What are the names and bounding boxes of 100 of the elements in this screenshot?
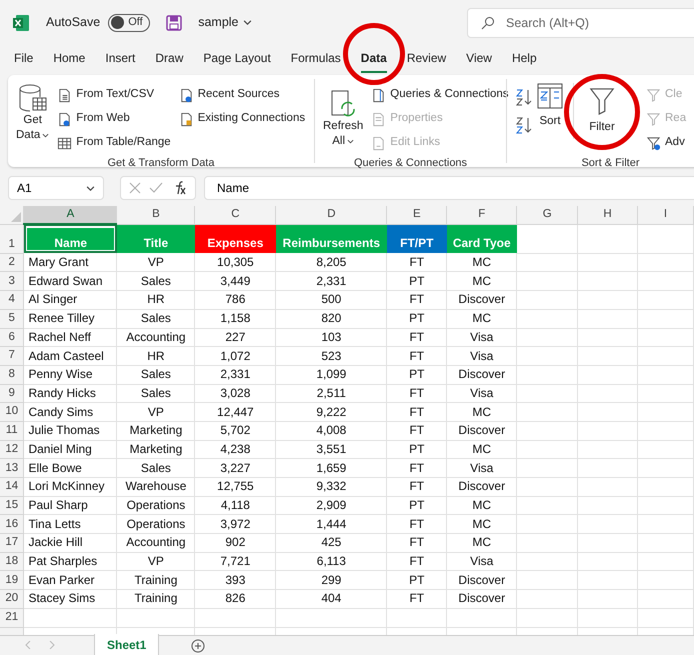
- select-all-corner-icon[interactable]: [11, 212, 22, 222]
- row-header[interactable]: 15: [0, 496, 24, 515]
- ribbon-button[interactable]: Queries & Connections: [371, 83, 509, 107]
- menu-tab[interactable]: Help: [512, 45, 537, 73]
- header-cell: Name: [24, 224, 117, 254]
- add-sheet-icon[interactable]: [191, 639, 206, 653]
- document-icon: [371, 112, 386, 126]
- document-icon: [371, 136, 386, 150]
- table-cell: Stacey Sims: [24, 590, 117, 608]
- row-header[interactable]: 10: [0, 402, 24, 422]
- ribbon-large-button[interactable]: Get Data: [16, 83, 50, 143]
- funnel-icon: [646, 88, 661, 102]
- ribbon-button[interactable]: From Web: [57, 107, 171, 131]
- filename-dropdown[interactable]: sample: [198, 13, 252, 32]
- name-box[interactable]: A1: [8, 176, 104, 200]
- table-cell: PT: [386, 272, 447, 291]
- menu-tab[interactable]: Draw: [155, 45, 184, 73]
- table-cell: 500: [276, 290, 387, 310]
- column-header[interactable]: B: [116, 206, 195, 224]
- table-cell: 1,099: [276, 365, 387, 384]
- table-cell: MC: [446, 514, 517, 534]
- table-cell: Training: [116, 590, 195, 608]
- ribbon-button[interactable]: Adv: [646, 131, 686, 155]
- row-header[interactable]: 7: [0, 346, 24, 366]
- menu-tab[interactable]: Review: [406, 45, 446, 73]
- menu-tab[interactable]: Formulas: [290, 45, 341, 73]
- row-header[interactable]: 17: [0, 534, 24, 552]
- table-cell: 12,755: [194, 478, 276, 496]
- menu-tab[interactable]: View: [466, 45, 492, 73]
- row-header[interactable]: 20: [0, 590, 24, 608]
- funnel-icon: [646, 112, 661, 126]
- row-header[interactable]: 3: [0, 272, 24, 291]
- autosave-label: AutoSave: [46, 14, 100, 32]
- row-header[interactable]: 5: [0, 309, 24, 328]
- document-icon: [178, 112, 194, 126]
- table-cell: Visa: [446, 552, 517, 571]
- table-cell: Penny Wise: [24, 365, 117, 384]
- table-cell: 786: [194, 290, 276, 310]
- menu-tab[interactable]: Data: [360, 45, 387, 73]
- ribbon-button[interactable]: Existing Connections: [178, 107, 306, 131]
- ribbon-large-button[interactable]: Refresh All: [323, 89, 364, 149]
- row-header[interactable]: 9: [0, 384, 24, 403]
- search-field[interactable]: Search (Alt+Q): [467, 8, 694, 38]
- table-cell: 10,305: [194, 253, 276, 272]
- table-cell: 3,972: [194, 514, 276, 534]
- column-header[interactable]: E: [386, 206, 447, 224]
- row-header[interactable]: 18: [0, 552, 24, 571]
- column-header[interactable]: D: [276, 206, 387, 224]
- cancel-icon[interactable]: [129, 182, 141, 194]
- menu-tab[interactable]: Page Layout: [203, 45, 271, 73]
- menu-tab[interactable]: File: [14, 45, 34, 73]
- filter-button[interactable]: Filter: [584, 87, 620, 136]
- autosave-toggle[interactable]: Off: [108, 14, 150, 32]
- row-header[interactable]: 13: [0, 458, 24, 478]
- row-header[interactable]: 4: [0, 290, 24, 310]
- column-header[interactable]: H: [578, 206, 638, 224]
- sheet-tab[interactable]: Sheet1: [94, 634, 160, 655]
- table-cell: FT: [386, 458, 447, 478]
- scroll-right-icon[interactable]: [48, 641, 56, 649]
- row-header[interactable]: 21: [0, 608, 24, 627]
- row-header[interactable]: 1: [0, 224, 24, 254]
- row-header[interactable]: 2: [0, 253, 24, 272]
- header-cell: FT/PT: [386, 224, 447, 254]
- column-header[interactable]: I: [638, 206, 694, 224]
- sort-descending-icon: [515, 115, 533, 135]
- row-header[interactable]: 19: [0, 570, 24, 590]
- menu-tab[interactable]: Home: [53, 45, 86, 73]
- table-cell: FT: [386, 421, 447, 440]
- column-header[interactable]: A: [24, 206, 117, 224]
- menu-tab[interactable]: Insert: [105, 45, 136, 73]
- save-icon[interactable]: [166, 14, 182, 30]
- table-cell: 6,113: [276, 552, 387, 571]
- table-cell: MC: [446, 496, 517, 515]
- ribbon-button[interactable]: Recent Sources: [178, 83, 306, 107]
- table-cell: 826: [194, 590, 276, 608]
- document-icon: [57, 112, 72, 126]
- table-cell: Rachel Neff: [24, 328, 117, 347]
- sort-icon: [537, 83, 563, 109]
- scroll-left-icon[interactable]: [24, 641, 32, 649]
- column-header[interactable]: C: [194, 206, 276, 224]
- table-icon: [57, 136, 72, 150]
- row-header[interactable]: 8: [0, 365, 24, 384]
- ribbon-button[interactable]: From Table/Range: [57, 131, 171, 155]
- check-icon[interactable]: [149, 182, 163, 194]
- ribbon-button[interactable]: From Text/CSV: [57, 83, 171, 107]
- row-header[interactable]: 6: [0, 328, 24, 347]
- column-header[interactable]: G: [516, 206, 578, 224]
- chevron-down-icon: [86, 184, 95, 192]
- row-header[interactable]: 12: [0, 440, 24, 459]
- table-cell: VP: [116, 402, 195, 422]
- formula-input[interactable]: Name: [204, 176, 694, 200]
- row-header[interactable]: 16: [0, 514, 24, 534]
- sort-button[interactable]: Sort: [537, 83, 563, 130]
- column-header[interactable]: F: [446, 206, 517, 224]
- table-cell: FT: [386, 290, 447, 310]
- table-cell: Accounting: [116, 534, 195, 552]
- table-cell: FT: [386, 552, 447, 571]
- ribbon-group-label: Queries & Connections: [352, 156, 468, 171]
- row-header[interactable]: 14: [0, 478, 24, 496]
- row-header[interactable]: 11: [0, 421, 24, 440]
